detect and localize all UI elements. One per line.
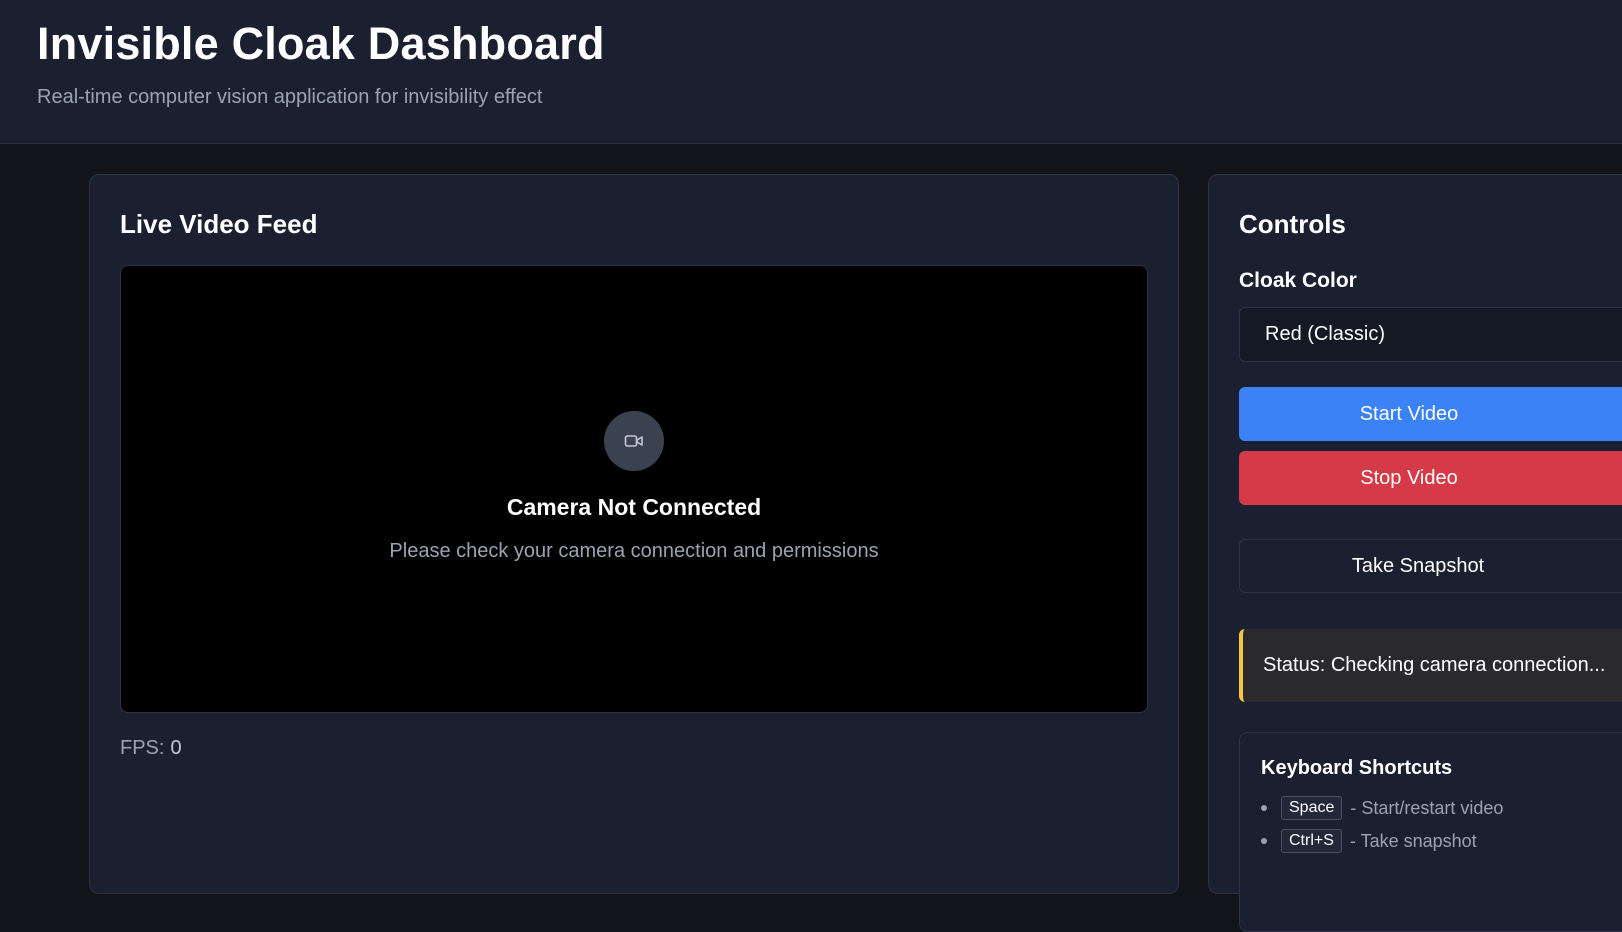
fps-value: 0: [170, 737, 182, 759]
shortcut-key: Space: [1281, 796, 1343, 820]
video-feed-card: Live Video Feed Camera Not Connected Ple…: [89, 174, 1179, 894]
page-subtitle: Real-time computer vision application fo…: [37, 86, 543, 108]
take-snapshot-button[interactable]: Take Snapshot: [1239, 539, 1622, 593]
fps-label: FPS:: [120, 737, 165, 759]
bullet: [1261, 838, 1267, 844]
page-title: Invisible Cloak Dashboard: [37, 18, 605, 69]
keyboard-shortcuts-panel: Keyboard Shortcuts Space - Start/restart…: [1239, 732, 1622, 932]
keyboard-shortcuts-title: Keyboard Shortcuts: [1261, 757, 1453, 779]
controls-card: Controls Cloak Color Red (Classic) Start…: [1208, 174, 1622, 932]
bullet: [1261, 805, 1267, 811]
stop-video-button[interactable]: Stop Video: [1239, 451, 1622, 505]
shortcut-item: Ctrl+S - Take snapshot: [1261, 829, 1477, 853]
camera-status-title: Camera Not Connected: [506, 494, 762, 520]
cloak-color-select[interactable]: Red (Classic): [1239, 307, 1622, 362]
shortcut-description: - Take snapshot: [1349, 830, 1477, 851]
shortcut-key: Ctrl+S: [1281, 829, 1342, 853]
camera-status-message: Please check your camera connection and …: [389, 540, 879, 562]
fps-readout: FPS: 0: [120, 737, 182, 760]
status-message: Status: Checking camera connection...: [1239, 629, 1622, 702]
controls-title: Controls: [1239, 209, 1346, 239]
cloak-color-label: Cloak Color: [1239, 269, 1357, 292]
video-camera-icon: [604, 411, 664, 471]
start-video-button[interactable]: Start Video: [1239, 387, 1622, 441]
video-feed-title: Live Video Feed: [120, 209, 318, 239]
shortcut-item: Space - Start/restart video: [1261, 796, 1503, 820]
shortcut-description: - Start/restart video: [1350, 797, 1504, 818]
video-frame: Camera Not Connected Please check your c…: [120, 265, 1148, 713]
app-header: Invisible Cloak Dashboard Real-time comp…: [0, 0, 1622, 144]
